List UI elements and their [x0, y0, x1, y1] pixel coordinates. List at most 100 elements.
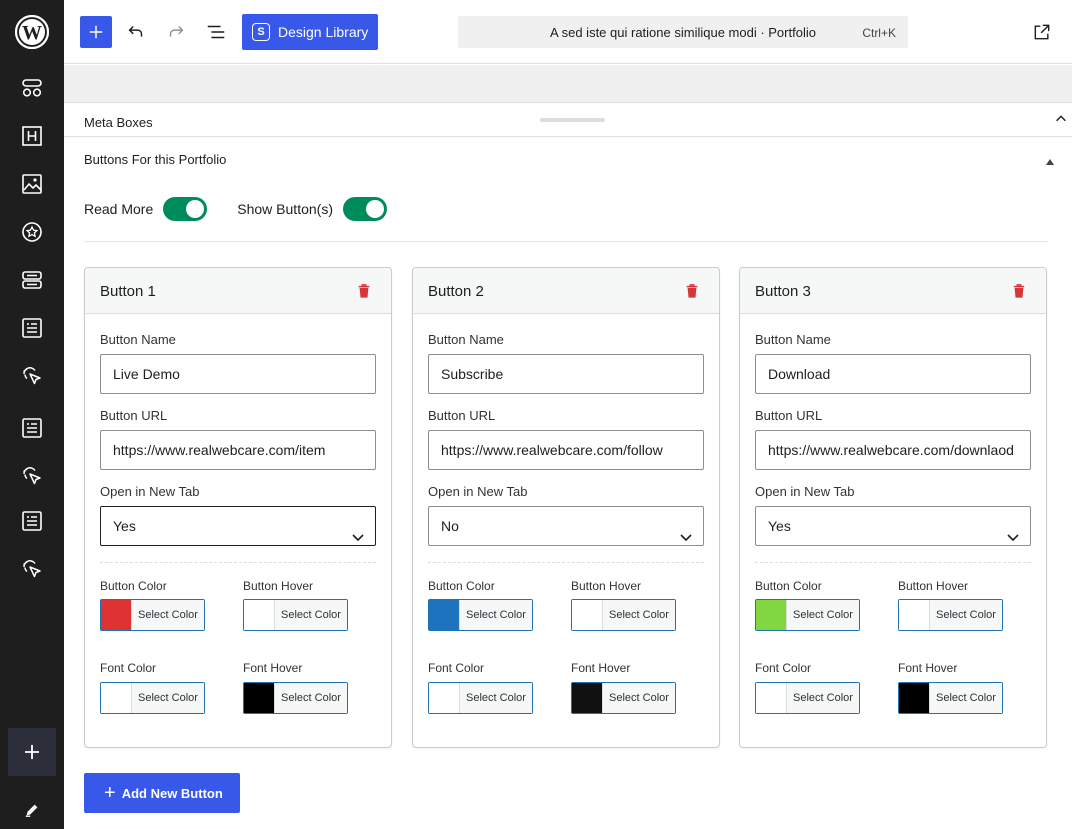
button-url-input[interactable]: https://www.realwebcare.com/downlaod [755, 430, 1031, 470]
button-card-2: Button 2 Button Name Subscribe Button UR… [412, 267, 720, 748]
button-url-input[interactable]: https://www.realwebcare.com/item [100, 430, 376, 470]
color-swatch [899, 600, 930, 630]
open-new-tab-label: Open in New Tab [428, 484, 528, 499]
color-swatch [101, 683, 132, 713]
open-new-tab-label: Open in New Tab [755, 484, 855, 499]
block-inserter-button[interactable] [80, 16, 112, 48]
collapse-triangle-icon[interactable] [1045, 154, 1055, 165]
font-color-picker[interactable]: Select Color [100, 682, 205, 714]
left-sidebar: W [0, 0, 64, 829]
button-color-label: Button Color [428, 579, 495, 593]
open-new-tab-select[interactable]: Yes [100, 506, 376, 546]
button-name-label: Button Name [755, 332, 831, 347]
image-icon[interactable] [20, 172, 44, 196]
plus-icon [89, 25, 103, 39]
cursor-click-icon[interactable] [20, 464, 44, 488]
resize-handle[interactable] [540, 118, 605, 122]
font-hover-picker[interactable]: Select Color [571, 682, 676, 714]
select-color-label: Select Color [603, 683, 675, 713]
meta-boxes-label: Meta Boxes [84, 115, 153, 130]
button-name-input[interactable]: Download [755, 354, 1031, 394]
button-name-input[interactable]: Subscribe [428, 354, 704, 394]
font-color-label: Font Color [428, 661, 485, 675]
button-url-input[interactable]: https://www.realwebcare.com/follow [428, 430, 704, 470]
plus-icon [25, 745, 39, 759]
select-value: Yes [768, 518, 791, 534]
color-swatch [244, 600, 275, 630]
button-color-picker[interactable]: Select Color [755, 599, 860, 631]
button-name-label: Button Name [428, 332, 504, 347]
shortcut-hint: Ctrl+K [862, 26, 896, 40]
star-icon[interactable] [20, 220, 44, 244]
trash-icon[interactable] [357, 283, 373, 300]
button-hover-picker[interactable]: Select Color [571, 599, 676, 631]
cursor-click-icon[interactable] [20, 364, 44, 388]
post-list-icon[interactable] [20, 509, 44, 533]
button-hover-label: Button Hover [571, 579, 642, 593]
button-name-input[interactable]: Live Demo [100, 354, 376, 394]
font-color-picker[interactable]: Select Color [428, 682, 533, 714]
button-color-label: Button Color [755, 579, 822, 593]
list-view-icon [207, 25, 225, 39]
document-overview-button[interactable] [204, 20, 228, 44]
color-swatch [244, 683, 275, 713]
font-color-label: Font Color [755, 661, 812, 675]
select-color-label: Select Color [275, 600, 347, 630]
add-new-button[interactable]: + Add New Button [84, 773, 240, 813]
post-list-icon[interactable] [20, 316, 44, 340]
button-color-picker[interactable]: Select Color [100, 599, 205, 631]
font-hover-picker[interactable]: Select Color [898, 682, 1003, 714]
button-url-label: Button URL [755, 408, 823, 423]
pencil-icon[interactable] [20, 798, 44, 822]
trash-icon[interactable] [685, 283, 701, 300]
read-more-label: Read More [84, 201, 154, 217]
button-color-label: Button Color [100, 579, 167, 593]
card-header[interactable]: Button 1 [85, 268, 391, 314]
select-color-label: Select Color [930, 683, 1002, 713]
command-palette-button[interactable]: A sed iste qui ratione similique modi · … [458, 16, 908, 48]
card-header[interactable]: Button 2 [413, 268, 719, 314]
heading-icon[interactable] [20, 124, 44, 148]
chevron-up-icon[interactable] [1054, 112, 1070, 128]
button-hover-picker[interactable]: Select Color [898, 599, 1003, 631]
button-card-1: Button 1 Button Name Live Demo Button UR… [84, 267, 392, 748]
card-header[interactable]: Button 3 [740, 268, 1046, 314]
select-color-label: Select Color [787, 683, 859, 713]
patterns-icon[interactable] [20, 76, 44, 100]
post-list-icon[interactable] [20, 416, 44, 440]
cursor-click-icon[interactable] [20, 557, 44, 581]
wordpress-logo-icon[interactable]: W [14, 14, 50, 50]
document-title: A sed iste qui ratione similique modi · … [550, 25, 816, 40]
undo-icon [128, 25, 143, 37]
add-block-button[interactable] [8, 728, 56, 776]
select-color-label: Select Color [787, 600, 859, 630]
stack-icon[interactable] [20, 268, 44, 292]
color-swatch [756, 600, 787, 630]
button-name-label: Button Name [100, 332, 176, 347]
toggle-row: Read More Show Button(s) [84, 196, 417, 222]
card-title: Button 3 [755, 283, 811, 300]
button-hover-picker[interactable]: Select Color [243, 599, 348, 631]
color-swatch [572, 600, 603, 630]
undo-button[interactable] [124, 20, 148, 44]
read-more-toggle[interactable] [163, 197, 208, 221]
card-title: Button 2 [428, 283, 484, 300]
trash-icon[interactable] [1012, 283, 1028, 300]
design-library-button[interactable]: S Design Library [242, 14, 378, 50]
open-new-tab-select[interactable]: Yes [755, 506, 1031, 546]
view-post-button[interactable] [1030, 20, 1054, 44]
redo-button[interactable] [164, 20, 188, 44]
font-color-picker[interactable]: Select Color [755, 682, 860, 714]
add-new-button-label: Add New Button [121, 785, 223, 801]
select-color-label: Select Color [460, 683, 532, 713]
button-hover-label: Button Hover [243, 579, 314, 593]
button-color-picker[interactable]: Select Color [428, 599, 533, 631]
chevron-down-icon [351, 520, 365, 542]
open-new-tab-select[interactable]: No [428, 506, 704, 546]
color-swatch [429, 683, 460, 713]
meta-boxes-header[interactable]: Meta Boxes [64, 104, 1072, 137]
font-hover-label: Font Hover [571, 661, 631, 675]
editor-toolbar: S Design Library A sed iste qui ratione … [64, 0, 1072, 64]
show-buttons-toggle[interactable] [342, 197, 387, 221]
font-hover-picker[interactable]: Select Color [243, 682, 348, 714]
